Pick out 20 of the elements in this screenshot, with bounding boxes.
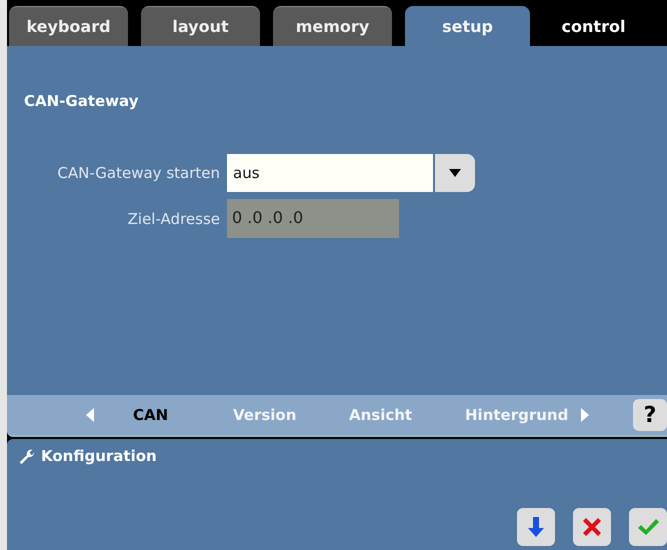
dropdown-field[interactable]: aus: [227, 154, 433, 192]
section-title: CAN-Gateway: [24, 91, 138, 110]
wrench-icon: [17, 447, 35, 465]
help-button[interactable]: ?: [633, 399, 667, 431]
panel-title: Konfiguration: [41, 447, 157, 465]
confirm-button[interactable]: [629, 508, 667, 546]
right-triangle-icon: [581, 408, 590, 422]
tab[interactable]: layout: [141, 6, 260, 46]
field-label: Ziel-Adresse: [128, 210, 220, 228]
tab[interactable]: keyboard: [9, 6, 128, 46]
left-triangle-icon: [86, 408, 94, 422]
download-button[interactable]: [517, 508, 555, 546]
dropdown-button[interactable]: [435, 154, 475, 192]
tab[interactable]: memory: [273, 6, 392, 46]
cancel-button[interactable]: [573, 508, 611, 546]
tab[interactable]: setup: [405, 6, 530, 46]
field-label: CAN-Gateway starten: [57, 164, 220, 182]
tab[interactable]: control: [530, 6, 657, 46]
caret-icon: [449, 169, 461, 177]
subtab[interactable]: CAN: [133, 406, 233, 424]
